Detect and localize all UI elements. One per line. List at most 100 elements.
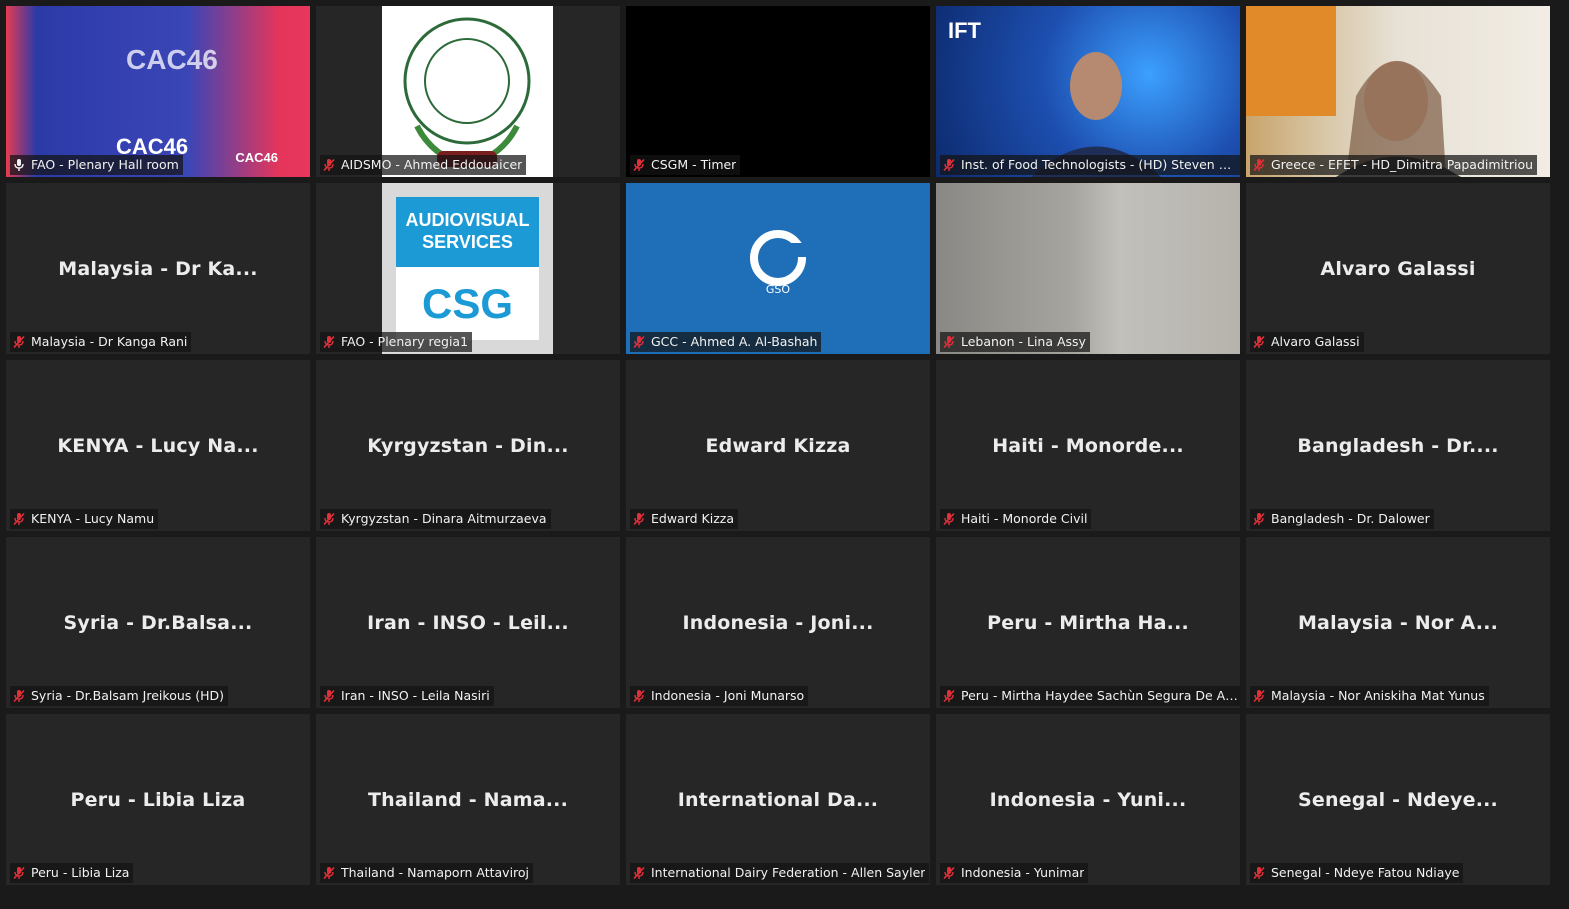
participant-name: Greece - EFET - HD_Dimitra Papadimitriou [1271, 157, 1534, 172]
bottom-toolbar [0, 891, 1569, 909]
video-feed [1246, 6, 1550, 177]
participant-name-label: Edward Kizza [630, 509, 738, 529]
participant-name-label: Syria - Dr.Balsam Jreikous (HD) [10, 686, 229, 706]
participant-display-name: Alvaro Galassi [1320, 257, 1476, 280]
participant-name: AIDSMO - Ahmed Eddouaicer [341, 157, 523, 172]
participant-name: Haiti - Monorde Civil [961, 511, 1088, 526]
participant-tile[interactable]: Thailand - Nama... Thailand - Namaporn A… [316, 714, 620, 885]
muted-mic-icon [632, 335, 651, 349]
muted-mic-icon [1252, 335, 1271, 349]
participant-name-label: International Dairy Federation - Allen S… [630, 863, 930, 883]
csg-logo-text: CSG [421, 280, 513, 327]
participant-name: Senegal - Ndeye Fatou Ndiaye [1271, 865, 1460, 880]
participant-tile[interactable]: Alvaro Galassi Alvaro Galassi [1246, 183, 1550, 354]
video-feed: IFT [936, 6, 1240, 177]
muted-mic-icon [942, 335, 961, 349]
participant-tile[interactable]: KENYA - Lucy Na... KENYA - Lucy Namu [6, 360, 310, 531]
participant-tile[interactable]: Syria - Dr.Balsa... Syria - Dr.Balsam Jr… [6, 537, 310, 708]
participant-name: Syria - Dr.Balsam Jreikous (HD) [31, 688, 225, 703]
muted-mic-icon [322, 866, 341, 880]
participant-name-label: AIDSMO - Ahmed Eddouaicer [320, 155, 527, 175]
participant-tile[interactable]: Malaysia - Nor A... Malaysia - Nor Anisk… [1246, 537, 1550, 708]
participant-tile[interactable]: Haiti - Monorde... Haiti - Monorde Civil [936, 360, 1240, 531]
participant-tile[interactable]: Indonesia - Yuni... Indonesia - Yunimar [936, 714, 1240, 885]
participant-name-label: Thailand - Namaporn Attaviroj [320, 863, 534, 883]
participant-display-name: Indonesia - Joni... [682, 611, 874, 634]
muted-mic-icon [942, 689, 961, 703]
participant-name-label: KENYA - Lucy Namu [10, 509, 159, 529]
participant-tile[interactable]: Peru - Mirtha Ha... Peru - Mirtha Haydee… [936, 537, 1240, 708]
muted-mic-icon [322, 689, 341, 703]
participant-name: Kyrgyzstan - Dinara Aitmurzaeva [341, 511, 547, 526]
participant-name-label: Peru - Mirtha Haydee Sachùn Segura De Al… [940, 686, 1240, 706]
participant-display-name: Kyrgyzstan - Din... [367, 434, 569, 457]
participant-name-label: Alvaro Galassi [1250, 332, 1364, 352]
participant-name: KENYA - Lucy Namu [31, 511, 155, 526]
participant-name: Alvaro Galassi [1271, 334, 1360, 349]
participant-name-label: Peru - Libia Liza [10, 863, 134, 883]
participant-name: FAO - Plenary Hall room [31, 157, 179, 172]
participant-name-label: CSGM - Timer [630, 155, 741, 175]
participant-name: CSGM - Timer [651, 157, 737, 172]
participant-name: Edward Kizza [651, 511, 734, 526]
video-feed: CAC46 CAC46 CAC46 [6, 6, 310, 177]
participant-tile[interactable]: Kyrgyzstan - Din... Kyrgyzstan - Dinara … [316, 360, 620, 531]
participant-name-label: Lebanon - Lina Assy [940, 332, 1090, 352]
participant-tile[interactable]: International Da... International Dairy … [626, 714, 930, 885]
muted-mic-icon [1252, 689, 1271, 703]
muted-mic-icon [12, 335, 31, 349]
participant-name-label: Greece - EFET - HD_Dimitra Papadimitriou [1250, 155, 1538, 175]
participant-name: Bangladesh - Dr. Dalower [1271, 511, 1430, 526]
muted-mic-icon [942, 512, 961, 526]
participant-name: Peru - Mirtha Haydee Sachùn Segura De Al… [961, 688, 1238, 703]
muted-mic-icon [322, 335, 341, 349]
participant-name-label: GCC - Ahmed A. Al-Bashah [630, 332, 822, 352]
participant-tile[interactable]: IFT Inst. of Food Technologists - (HD) S… [936, 6, 1240, 177]
participant-tile[interactable]: Malaysia - Dr Ka... Malaysia - Dr Kanga … [6, 183, 310, 354]
participant-name: Peru - Libia Liza [31, 865, 130, 880]
participant-name-label: Malaysia - Nor Aniskiha Mat Yunus [1250, 686, 1489, 706]
participant-tile[interactable]: CAC46 CAC46 CAC46 FAO - Plenary Hall roo… [6, 6, 310, 177]
participant-tile[interactable]: Edward Kizza Edward Kizza [626, 360, 930, 531]
participant-name: Lebanon - Lina Assy [961, 334, 1086, 349]
participant-tile[interactable]: Bangladesh - Dr.... Bangladesh - Dr. Dal… [1246, 360, 1550, 531]
participant-name-label: Malaysia - Dr Kanga Rani [10, 332, 192, 352]
participant-tile[interactable]: Indonesia - Joni... Indonesia - Joni Mun… [626, 537, 930, 708]
participant-display-name: Malaysia - Nor A... [1297, 611, 1499, 634]
participant-tile[interactable]: Senegal - Ndeye... Senegal - Ndeye Fatou… [1246, 714, 1550, 885]
muted-mic-icon [12, 689, 31, 703]
participant-name: International Dairy Federation - Allen S… [651, 865, 926, 880]
participant-tile[interactable]: Greece - EFET - HD_Dimitra Papadimitriou [1246, 6, 1550, 177]
participant-tile[interactable]: Peru - Libia Liza Peru - Libia Liza [6, 714, 310, 885]
participant-tile[interactable]: Iran - INSO - Leil... Iran - INSO - Leil… [316, 537, 620, 708]
participant-tile[interactable]: GSO GCC - Ahmed A. Al-Bashah [626, 183, 930, 354]
participant-display-name: Iran - INSO - Leil... [367, 611, 569, 634]
participant-tile[interactable]: CSGM - Timer [626, 6, 930, 177]
participant-name: Iran - INSO - Leila Nasiri [341, 688, 490, 703]
participant-display-name: Senegal - Ndeye... [1298, 788, 1498, 811]
muted-mic-icon [942, 866, 961, 880]
muted-mic-icon [1252, 866, 1271, 880]
participant-name: FAO - Plenary regia1 [341, 334, 469, 349]
participant-name: GCC - Ahmed A. Al-Bashah [651, 334, 818, 349]
participant-display-name: KENYA - Lucy Na... [57, 434, 259, 457]
participant-display-name: Bangladesh - Dr.... [1297, 434, 1499, 457]
participant-display-name: Syria - Dr.Balsa... [63, 611, 253, 634]
muted-mic-icon [632, 158, 651, 172]
participant-name-label: Indonesia - Joni Munarso [630, 686, 809, 706]
participant-tile[interactable]: AIDSMO - Ahmed Eddouaicer [316, 6, 620, 177]
muted-mic-icon [12, 866, 31, 880]
participant-display-name: Malaysia - Dr Ka... [58, 257, 258, 280]
cac-banner: CAC46 [126, 44, 218, 75]
participant-display-name: Edward Kizza [705, 434, 851, 457]
participant-name-label: FAO - Plenary Hall room [10, 155, 183, 175]
participant-name: Inst. of Food Technologists - (HD) Steve… [961, 157, 1238, 172]
av-title: AUDIOVISUAL SERVICES [396, 197, 539, 267]
participant-name-label: Kyrgyzstan - Dinara Aitmurzaeva [320, 509, 551, 529]
participant-tile[interactable]: Lebanon - Lina Assy [936, 183, 1240, 354]
muted-mic-icon [1252, 158, 1271, 172]
participant-tile[interactable]: AUDIOVISUAL SERVICES CSG FAO - Plenary r… [316, 183, 620, 354]
muted-mic-icon [12, 512, 31, 526]
participant-name-label: Bangladesh - Dr. Dalower [1250, 509, 1434, 529]
aidsmo-logo [382, 6, 553, 177]
